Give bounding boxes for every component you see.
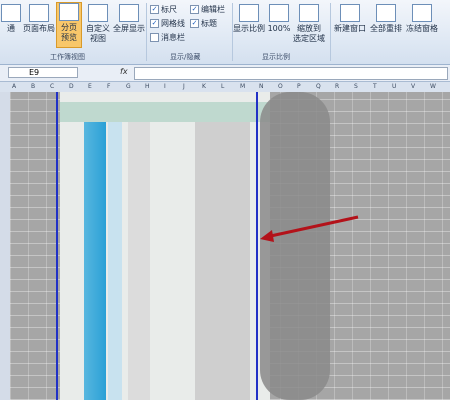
column-header-D[interactable]: D (69, 83, 74, 90)
formula-bar-checkbox[interactable]: ✓ 编辑栏 (190, 4, 225, 15)
custom-view-button[interactable]: 自定义 视图 (84, 4, 112, 44)
excel-window: 通 页面布局 分页 预览 自定义 视图 全屏显示 工作簿视图 ✓ 标尺 ✓ 网格… (0, 0, 450, 400)
ribbon-separator (330, 3, 331, 61)
blurred-column-band (195, 112, 250, 400)
column-header-P[interactable]: P (297, 83, 301, 90)
view-ribbon: 通 页面布局 分页 预览 自定义 视图 全屏显示 工作簿视图 ✓ 标尺 ✓ 网格… (0, 0, 450, 65)
column-header-T[interactable]: T (373, 83, 377, 90)
headings-checkbox[interactable]: ✓ 标题 (190, 18, 217, 29)
new-window-icon (340, 4, 360, 22)
blurred-column-band (128, 122, 150, 400)
full-screen-icon (119, 4, 139, 22)
ribbon-separator (146, 3, 147, 61)
column-header-U[interactable]: U (392, 83, 396, 90)
zoom-to-selection-button[interactable]: 缩放到 选定区域 (292, 4, 326, 44)
name-box[interactable]: E9 (8, 67, 78, 78)
column-header-J[interactable]: J (183, 83, 185, 90)
column-header-L[interactable]: L (221, 83, 224, 90)
column-header-G[interactable]: G (126, 83, 131, 90)
column-header-I[interactable]: I (164, 83, 166, 90)
ruler-checkbox[interactable]: ✓ 标尺 (150, 4, 177, 15)
freeze-panes-button[interactable]: 冻结窗格 (404, 4, 440, 34)
checkbox-mark-icon: ✓ (150, 19, 159, 28)
column-header-W[interactable]: W (430, 83, 436, 90)
zoom-100-icon (269, 4, 289, 22)
page-break-preview-button[interactable]: 分页 预览 (56, 2, 82, 48)
blurred-header-band (60, 102, 270, 122)
fx-icon[interactable]: fx (120, 67, 128, 76)
formula-bar: E9 fx (0, 65, 450, 82)
column-header-C[interactable]: C (50, 83, 54, 90)
column-header-S[interactable]: S (354, 83, 358, 90)
group-label-zoom: 显示比例 (262, 53, 290, 61)
normal-view-icon (1, 4, 21, 22)
page-layout-button[interactable]: 页面布局 (22, 4, 56, 34)
checkbox-mark-icon: ✓ (190, 5, 199, 14)
column-header-M[interactable]: M (240, 83, 245, 90)
page-break-line-left (56, 92, 58, 400)
arrange-all-icon (376, 4, 396, 22)
row-header-bar (0, 92, 10, 400)
column-header-A[interactable]: A (12, 83, 16, 90)
column-header-F[interactable]: F (107, 83, 110, 90)
column-header-V[interactable]: V (411, 83, 415, 90)
arrange-all-button[interactable]: 全部重排 (368, 4, 404, 34)
freeze-panes-icon (412, 4, 432, 22)
formula-input[interactable] (134, 67, 448, 80)
column-header-O[interactable]: O (278, 83, 283, 90)
blurred-column-band (84, 122, 106, 400)
column-header-E[interactable]: E (88, 83, 92, 90)
zoom-100-button[interactable]: 100% (266, 4, 292, 34)
custom-view-icon (88, 4, 108, 22)
checkbox-mark-icon: ✓ (190, 19, 199, 28)
group-label-workbook-views: 工作簿视图 (50, 53, 85, 61)
column-header-K[interactable]: K (202, 83, 206, 90)
page-layout-icon (29, 4, 49, 22)
checkbox-empty-icon (150, 33, 159, 42)
column-header-H[interactable]: H (145, 83, 150, 90)
column-header-R[interactable]: R (335, 83, 339, 90)
message-bar-checkbox[interactable]: 消息栏 (150, 32, 185, 43)
worksheet-grid[interactable] (10, 92, 450, 400)
magnifier-icon (239, 4, 259, 22)
zoom-button[interactable]: 显示比例 (233, 4, 265, 34)
page-break-preview-icon (59, 3, 79, 21)
red-arrow-annotation (260, 215, 359, 242)
full-screen-button[interactable]: 全屏显示 (112, 4, 146, 34)
checkbox-mark-icon: ✓ (150, 5, 159, 14)
gridlines-checkbox[interactable]: ✓ 网格线 (150, 18, 185, 29)
normal-view-button[interactable]: 通 (1, 4, 21, 34)
blurred-column-band (108, 122, 122, 400)
column-header-Q[interactable]: Q (316, 83, 321, 90)
zoom-selection-icon (299, 4, 319, 22)
column-header-N[interactable]: N (259, 83, 264, 90)
new-window-button[interactable]: 新建窗口 (332, 4, 368, 34)
column-header-B[interactable]: B (31, 83, 35, 90)
group-label-show-hide: 显示/隐藏 (170, 53, 201, 61)
